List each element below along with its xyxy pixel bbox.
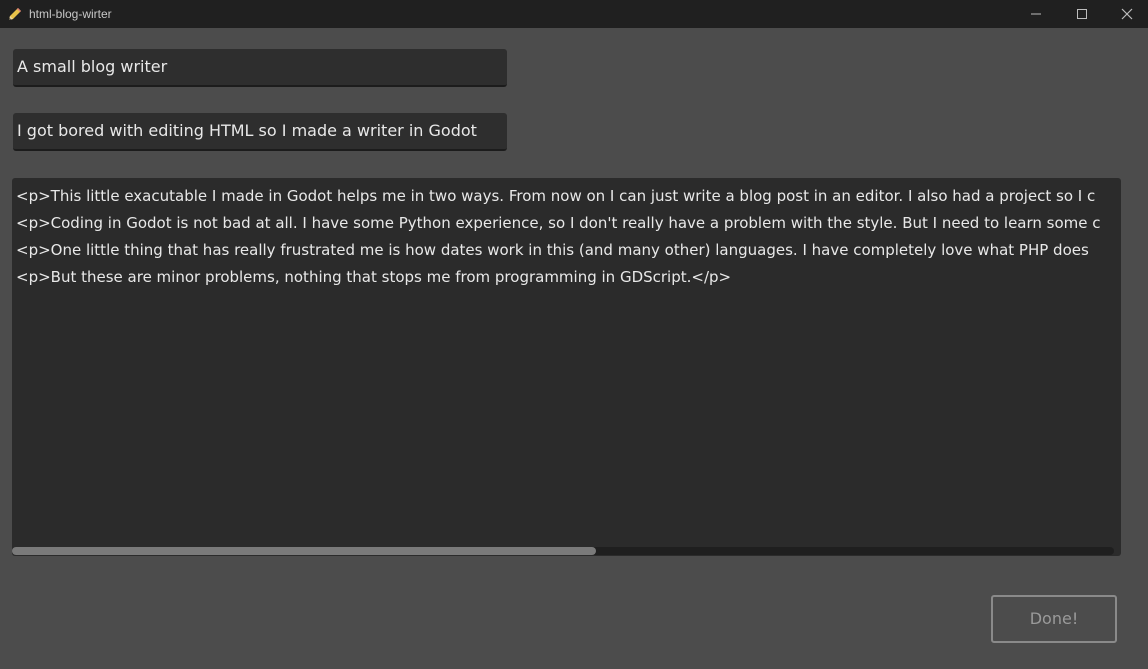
minimize-button[interactable] (1013, 0, 1059, 28)
pencil-icon (8, 6, 22, 20)
close-icon (1121, 8, 1133, 20)
close-button[interactable] (1104, 0, 1148, 28)
title-bar[interactable]: html-blog-wirter (0, 0, 1148, 28)
minimize-icon (1031, 9, 1041, 19)
scrollbar-thumb[interactable] (12, 547, 597, 555)
window-title: html-blog-wirter (29, 7, 112, 21)
editor-line: <p>This little exacutable I made in Godo… (16, 187, 1096, 205)
editor-content: <p>This little exacutable I made in Godo… (16, 183, 1108, 291)
app-window: html-blog-wirter A small blog writer I g… (0, 0, 1148, 669)
post-subtitle-input[interactable]: I got bored with editing HTML so I made … (13, 113, 507, 151)
done-button[interactable]: Done! (991, 595, 1117, 643)
post-title-input[interactable]: A small blog writer (13, 49, 507, 87)
maximize-button[interactable] (1059, 0, 1105, 28)
post-body-editor[interactable]: <p>This little exacutable I made in Godo… (12, 178, 1121, 556)
maximize-icon (1077, 9, 1087, 19)
editor-line: <p>Coding in Godot is not bad at all. I … (16, 214, 1101, 232)
editor-line: <p>One little thing that has really frus… (16, 241, 1089, 259)
horizontal-scrollbar[interactable] (12, 547, 1114, 555)
editor-line: <p>But these are minor problems, nothing… (16, 268, 732, 286)
